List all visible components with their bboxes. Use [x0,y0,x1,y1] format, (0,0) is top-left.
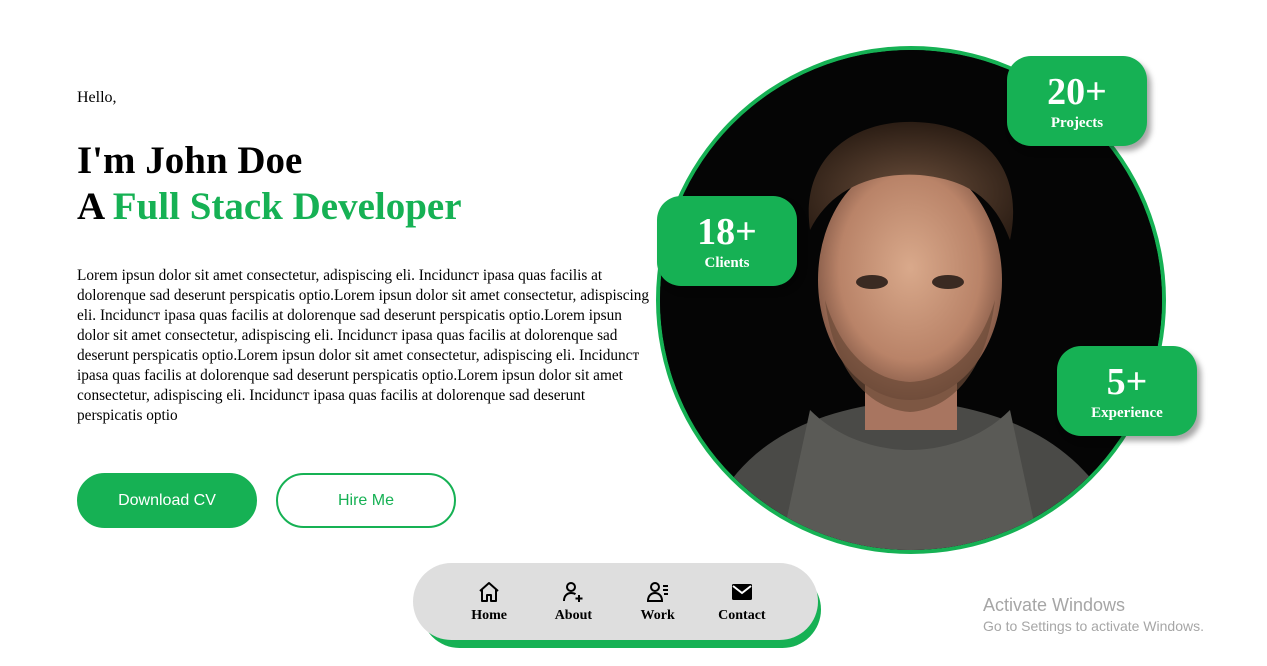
user-plus-icon [563,581,583,602]
watermark-subtitle: Go to Settings to activate Windows. [983,618,1204,634]
hero-heading: I'm John Doe A Full Stack Developer [77,138,462,230]
nav-item-about[interactable]: About [533,580,613,624]
bottom-nav: Home About Work Contact [413,563,818,640]
stat-clients-value: 18+ [697,211,757,253]
role-highlight: Full Stack Developer [112,185,462,228]
stat-projects-label: Projects [1050,115,1104,131]
name-line: I'm John Doe [77,139,303,182]
stat-clients-label: Clients [704,255,750,271]
hero-description: Lorem ipsun dolor sit amet consectetur, … [77,267,650,424]
nav-item-label: About [554,607,593,623]
nav-item-contact[interactable]: Contact [702,580,782,624]
watermark-title: Activate Windows [983,595,1126,615]
role-prefix: A [77,185,104,228]
stat-clients: 18+ Clients [657,196,797,286]
stat-experience: 5+ Experience [1057,346,1197,436]
greeting: Hello, [77,89,117,106]
download-cv-button[interactable]: Download CV [77,473,257,528]
nav-item-label: Work [640,607,675,623]
home-icon [479,581,499,602]
user-list-icon [646,581,668,602]
stat-projects-value: 20+ [1047,71,1107,113]
stat-experience-label: Experience [1091,405,1163,421]
nav-item-work[interactable]: Work [618,580,698,624]
windows-activation-watermark: Activate Windows Go to Settings to activ… [983,594,1204,636]
nav-item-label: Home [471,607,507,623]
nav-item-label: Contact [718,607,766,623]
stat-experience-value: 5+ [1106,361,1148,403]
stat-projects: 20+ Projects [1007,56,1147,146]
hire-me-button[interactable]: Hire Me [276,473,456,528]
mail-icon [731,583,752,600]
nav-item-home[interactable]: Home [449,580,529,624]
